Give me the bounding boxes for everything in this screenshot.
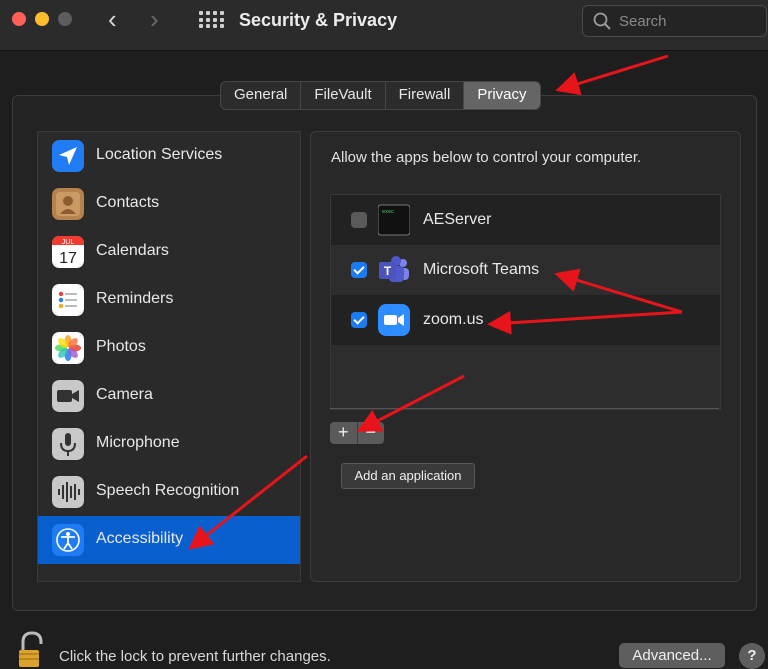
waveform-icon (52, 476, 84, 508)
zoom-window-button[interactable] (58, 12, 72, 26)
sidebar-item-calendars[interactable]: JUL 17 Calendars (38, 228, 300, 276)
add-remove-control: + − (330, 422, 384, 444)
privacy-category-list: Location Services Contacts JUL 17 Calend… (37, 131, 301, 582)
sidebar-item-camera[interactable]: Camera (38, 372, 300, 420)
teams-icon: T (379, 256, 409, 282)
teams-icon-letter: T (384, 264, 392, 278)
add-application-tooltip: Add an application (341, 463, 475, 489)
location-arrow-icon (52, 140, 84, 172)
app-row-aeserver[interactable]: exec AEServer (331, 195, 720, 245)
help-button[interactable]: ? (739, 643, 765, 669)
app-name: Microsoft Teams (423, 261, 540, 278)
minimize-window-button[interactable] (35, 12, 49, 26)
reminders-list-icon (52, 284, 84, 316)
app-row-zoom[interactable]: zoom.us (331, 295, 720, 345)
tab-general[interactable]: General (221, 82, 302, 109)
camera-icon (52, 380, 84, 412)
sidebar-item-label: Reminders (96, 290, 174, 307)
calendar-icon: JUL 17 (52, 236, 84, 268)
close-window-button[interactable] (12, 12, 26, 26)
search-field[interactable] (582, 5, 767, 37)
app-name: zoom.us (423, 311, 484, 328)
terminal-icon: exec (378, 204, 410, 236)
sidebar-item-contacts[interactable]: Contacts (38, 180, 300, 228)
tab-filevault[interactable]: FileVault (301, 82, 386, 109)
sidebar-item-photos[interactable]: Photos (38, 324, 300, 372)
lock-hint-text: Click the lock to prevent further change… (59, 648, 331, 665)
app-checkbox[interactable] (351, 212, 367, 228)
tab-firewall[interactable]: Firewall (386, 82, 465, 109)
advanced-button[interactable]: Advanced... (619, 643, 725, 668)
remove-application-button[interactable]: − (358, 422, 385, 444)
app-name: AEServer (423, 211, 492, 228)
zoom-camera-icon (378, 304, 410, 336)
calendar-day-text: 17 (59, 250, 77, 267)
app-checkbox[interactable] (351, 312, 367, 328)
search-input[interactable] (617, 10, 761, 32)
sidebar-item-label: Location Services (96, 146, 223, 163)
sidebar-item-label: Accessibility (96, 530, 184, 547)
add-application-button[interactable]: + (330, 422, 358, 444)
sidebar-item-microphone[interactable]: Microphone (38, 420, 300, 468)
app-list: exec AEServer T Microsoft Teams zoom.us (330, 194, 721, 410)
search-icon (593, 12, 611, 30)
sidebar-item-accessibility[interactable]: Accessibility (38, 516, 300, 564)
app-row-microsoft-teams[interactable]: T Microsoft Teams (331, 245, 720, 295)
back-button[interactable]: ‹ (108, 6, 117, 32)
show-all-grid-icon[interactable] (199, 11, 224, 29)
sidebar-item-label: Calendars (96, 242, 169, 259)
window-title: Security & Privacy (239, 10, 398, 30)
app-checkbox[interactable] (351, 262, 367, 278)
sidebar-item-label: Microphone (96, 434, 180, 451)
contacts-book-icon (52, 188, 84, 220)
microphone-icon (52, 428, 84, 460)
tab-privacy[interactable]: Privacy (464, 82, 540, 109)
sidebar-item-label: Camera (96, 386, 153, 403)
sidebar-item-label: Photos (96, 338, 146, 355)
terminal-icon-text: exec (382, 209, 394, 215)
panel-description: Allow the apps below to control your com… (331, 149, 642, 166)
list-divider (330, 408, 719, 409)
sidebar-item-location-services[interactable]: Location Services (38, 132, 300, 180)
sidebar-item-reminders[interactable]: Reminders (38, 276, 300, 324)
arrow-to-privacy-tab (555, 54, 669, 96)
sidebar-item-label: Speech Recognition (96, 482, 240, 499)
photos-flower-icon (52, 332, 84, 364)
forward-button[interactable]: › (150, 6, 159, 32)
tab-bar: General FileVault Firewall Privacy (220, 81, 541, 110)
title-bar: ‹ › Security & Privacy (0, 0, 768, 51)
lock-icon[interactable] (17, 630, 47, 667)
calendar-month-text: JUL (62, 239, 75, 246)
accessibility-person-icon (52, 524, 84, 556)
sidebar-item-speech-recognition[interactable]: Speech Recognition (38, 468, 300, 516)
sidebar-item-label: Contacts (96, 194, 160, 211)
